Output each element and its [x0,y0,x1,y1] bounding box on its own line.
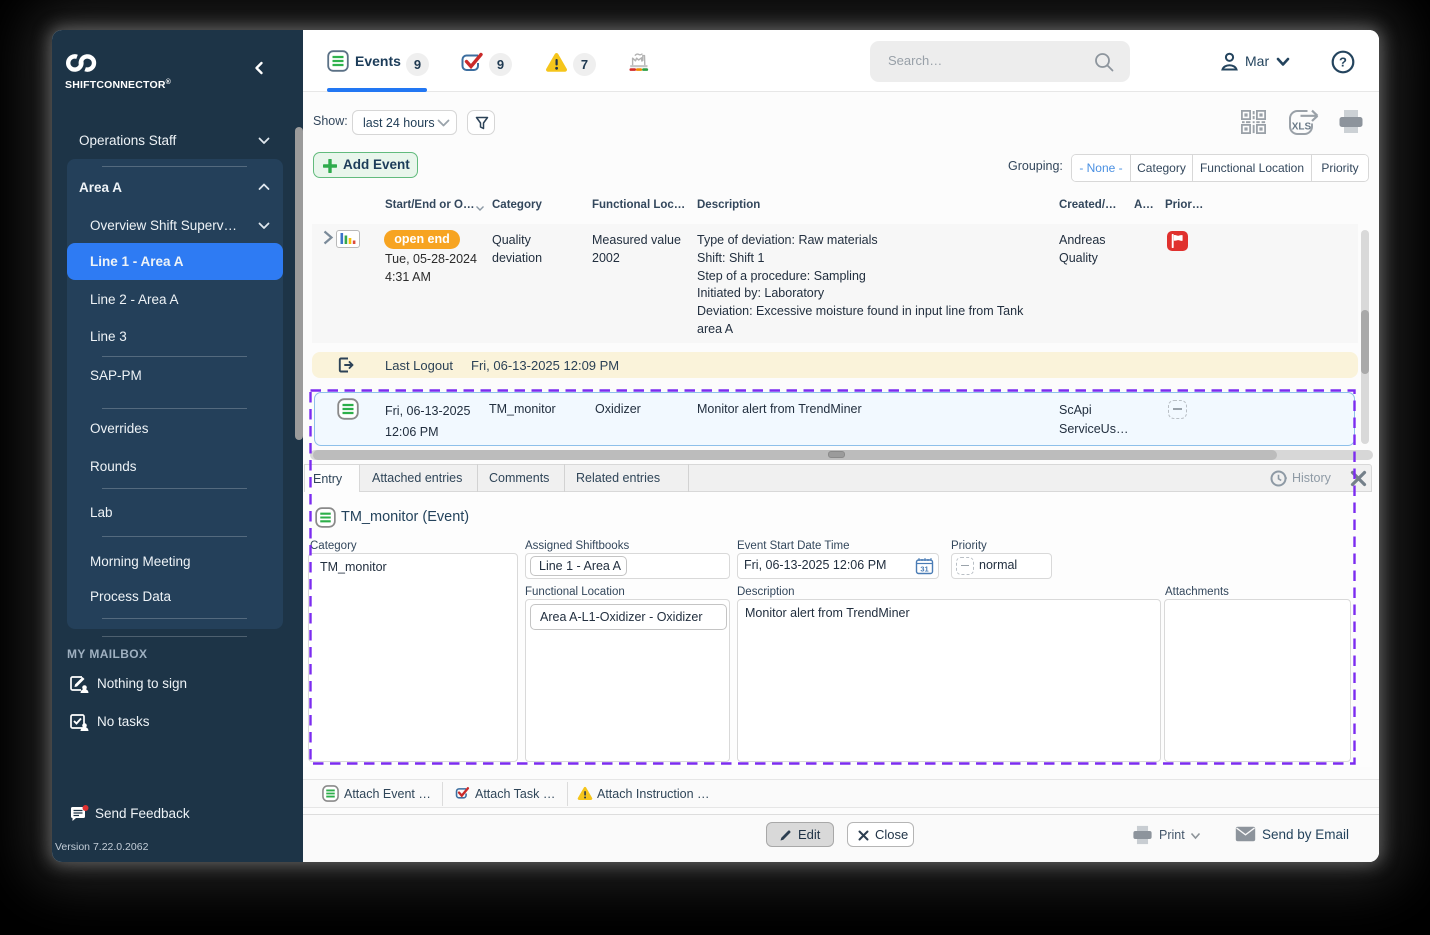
svg-text:?: ? [1339,55,1347,70]
svg-text:XLS: XLS [1292,122,1312,133]
svg-text:31: 31 [920,565,928,574]
